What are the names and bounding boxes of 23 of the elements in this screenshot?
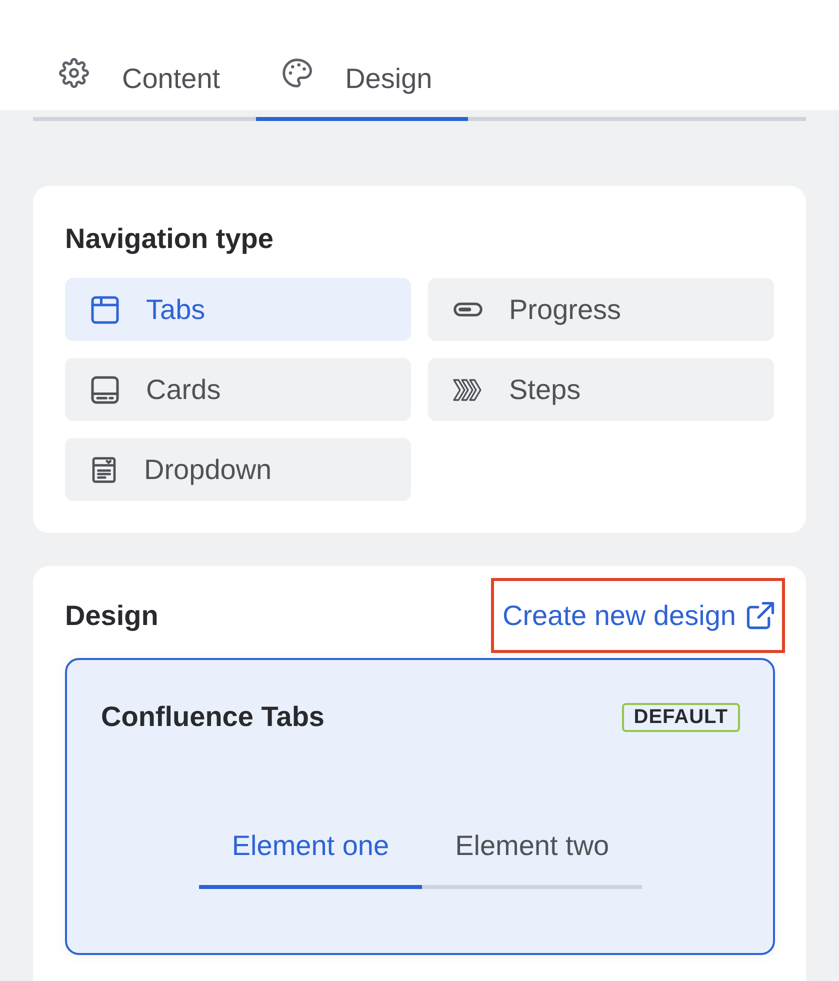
palette-icon xyxy=(282,58,312,88)
navigation-option[interactable]: Progress xyxy=(428,278,774,341)
design-name: Confluence Tabs xyxy=(101,700,325,734)
navigation-option[interactable]: Dropdown xyxy=(65,438,411,501)
settings-icon xyxy=(59,58,89,88)
tab-window-icon xyxy=(90,294,120,324)
tab[interactable]: Content xyxy=(33,40,256,121)
navigation-option[interactable]: Steps xyxy=(428,358,774,421)
navigation-option[interactable]: Tabs xyxy=(65,278,411,341)
preview-tab-label: Element two xyxy=(454,829,610,863)
external-link-icon xyxy=(745,600,776,631)
progress-bar-icon xyxy=(453,302,483,317)
navigation-option[interactable]: Cards xyxy=(65,358,411,421)
chevrons-icon xyxy=(453,378,483,400)
preview-tab-label: Element one xyxy=(198,829,422,889)
design-card[interactable]: Confluence Tabs DEFAULT Element one Element two xyxy=(65,658,775,955)
default-badge: DEFAULT xyxy=(622,702,740,732)
tab[interactable]: Design xyxy=(256,40,468,121)
section-title: Navigation type xyxy=(65,222,274,256)
form-list-icon xyxy=(90,454,118,484)
card-icon xyxy=(90,374,120,404)
create-design-link[interactable]: Create new design xyxy=(502,598,776,632)
section-title: Design xyxy=(65,598,158,632)
